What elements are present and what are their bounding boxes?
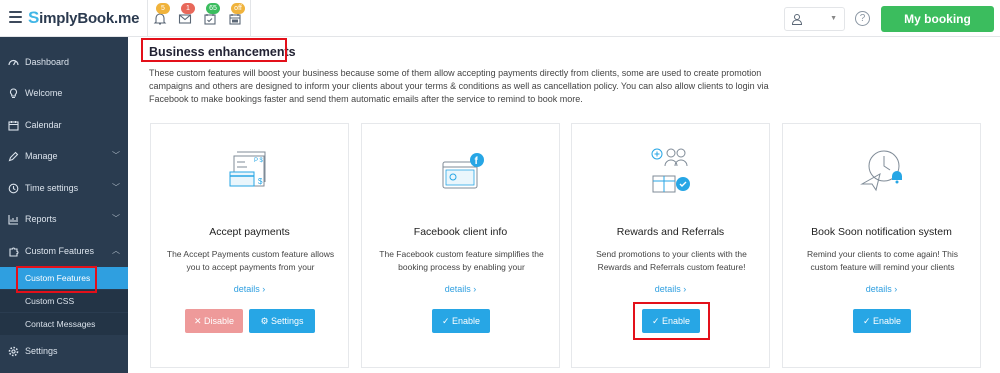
- details-link[interactable]: details ›: [362, 284, 559, 294]
- card-description: The Facebook custom feature simplifies t…: [379, 249, 544, 272]
- sidebar-item-label: Dashboard: [25, 57, 70, 67]
- status-badge: off: [231, 3, 245, 14]
- bell-icon[interactable]: 5: [153, 3, 170, 26]
- pencil-icon: [8, 141, 20, 171]
- sidebar-item-label: Custom Features: [25, 246, 95, 256]
- feature-card-book-soon: Book Soon notification system Remind you…: [782, 123, 981, 368]
- card-description: Send promotions to your clients with the…: [596, 249, 747, 272]
- notification-badge: 5: [156, 3, 170, 14]
- chevron-down-icon: ﹀: [112, 214, 120, 223]
- message-badge: 1: [181, 3, 195, 14]
- card-description: The Accept Payments custom feature allow…: [166, 249, 335, 272]
- user-menu[interactable]: ▼: [784, 7, 845, 31]
- chevron-down-icon: ▼: [830, 15, 837, 22]
- help-button[interactable]: ?: [855, 11, 870, 26]
- sidebar-item-label: Time settings: [25, 183, 79, 193]
- my-booking-website-button[interactable]: My booking website: [881, 6, 994, 52]
- payments-icon: P $ $: [229, 151, 266, 187]
- settings-button[interactable]: ⚙ Settings: [249, 309, 315, 333]
- sidebar-subitem-custom-css[interactable]: Custom CSS: [0, 290, 128, 312]
- main-content: Business enhancements These custom featu…: [128, 37, 1000, 373]
- sidebar-item-label: Welcome: [25, 88, 63, 98]
- notification-bar: 5 1 65 off: [147, 0, 251, 37]
- sidebar-item-dashboard[interactable]: Dashboard: [0, 47, 128, 77]
- clock-icon: [8, 173, 20, 203]
- sidebar-item-label: Settings: [25, 346, 58, 356]
- sidebar-item-label: Calendar: [25, 120, 62, 130]
- sidebar-item-time-settings[interactable]: Time settings ﹀: [0, 173, 128, 203]
- svg-text:P $: P $: [254, 158, 264, 164]
- card-title: Rewards and Referrals: [616, 226, 725, 238]
- highlight-box: [141, 38, 287, 62]
- card-description: Remind your clients to come again! This …: [806, 249, 959, 272]
- gear-icon: [8, 336, 20, 366]
- feature-card-accept-payments: P $ $ Accept payments The Accept Payment…: [150, 123, 349, 368]
- sidebar-item-manage[interactable]: Manage ﹀: [0, 141, 128, 171]
- envelope-icon[interactable]: 1: [178, 3, 195, 26]
- calendar-icon: [8, 110, 20, 140]
- chevron-down-icon: ﹀: [112, 183, 120, 192]
- sidebar-item-label: Reports: [25, 214, 57, 224]
- dashboard-icon: [8, 47, 20, 77]
- disable-button[interactable]: ✕ Disable: [185, 309, 243, 333]
- calendar-check-icon[interactable]: 65: [203, 3, 220, 26]
- sidebar-item-label: Manage: [25, 151, 58, 161]
- enable-button[interactable]: ✓ Enable: [853, 309, 911, 333]
- details-link[interactable]: details ›: [783, 284, 980, 294]
- chevron-down-icon: ﹀: [112, 151, 120, 160]
- svg-text:$: $: [258, 177, 263, 186]
- highlight-box: [633, 302, 710, 340]
- sidebar-item-settings[interactable]: Settings: [0, 336, 128, 366]
- sidebar-item-custom-features[interactable]: Custom Features ︿: [0, 236, 128, 266]
- menu-icon[interactable]: [9, 11, 22, 23]
- card-title: Book Soon notification system: [811, 226, 952, 238]
- top-bar: SimplyBook.me 5 1 65 off ▼ ? My booking …: [0, 0, 1000, 52]
- chevron-up-icon: ︿: [112, 246, 120, 255]
- puzzle-icon: [8, 236, 20, 266]
- details-link[interactable]: details ›: [151, 284, 348, 294]
- facebook-icon: f: [442, 153, 484, 189]
- enable-button[interactable]: ✓ Enable: [432, 309, 490, 333]
- calendar-icon[interactable]: off: [228, 3, 245, 26]
- card-title: Accept payments: [209, 226, 290, 238]
- user-icon: [791, 14, 803, 25]
- bulb-icon: [8, 78, 20, 108]
- details-link[interactable]: details ›: [572, 284, 769, 294]
- booking-badge: 65: [206, 3, 220, 14]
- chart-icon: [8, 204, 20, 234]
- sidebar-item-reports[interactable]: Reports ﹀: [0, 204, 128, 234]
- sidebar-item-calendar[interactable]: Calendar: [0, 110, 128, 140]
- feature-card-facebook: f Facebook client info The Facebook cust…: [361, 123, 560, 368]
- rewards-icon: [651, 148, 690, 193]
- reminder-icon: [860, 150, 902, 192]
- sidebar-subitem-contact-messages[interactable]: Contact Messages: [0, 313, 128, 335]
- card-title: Facebook client info: [413, 226, 508, 238]
- feature-card-rewards: Rewards and Referrals Send promotions to…: [571, 123, 770, 368]
- sidebar: Dashboard Welcome Calendar Manage ﹀ Time…: [0, 37, 128, 373]
- sidebar-item-welcome[interactable]: Welcome: [0, 78, 128, 108]
- page-description: These custom features will boost your bu…: [149, 68, 769, 104]
- highlight-box: [16, 266, 97, 293]
- logo[interactable]: SimplyBook.me: [28, 8, 139, 28]
